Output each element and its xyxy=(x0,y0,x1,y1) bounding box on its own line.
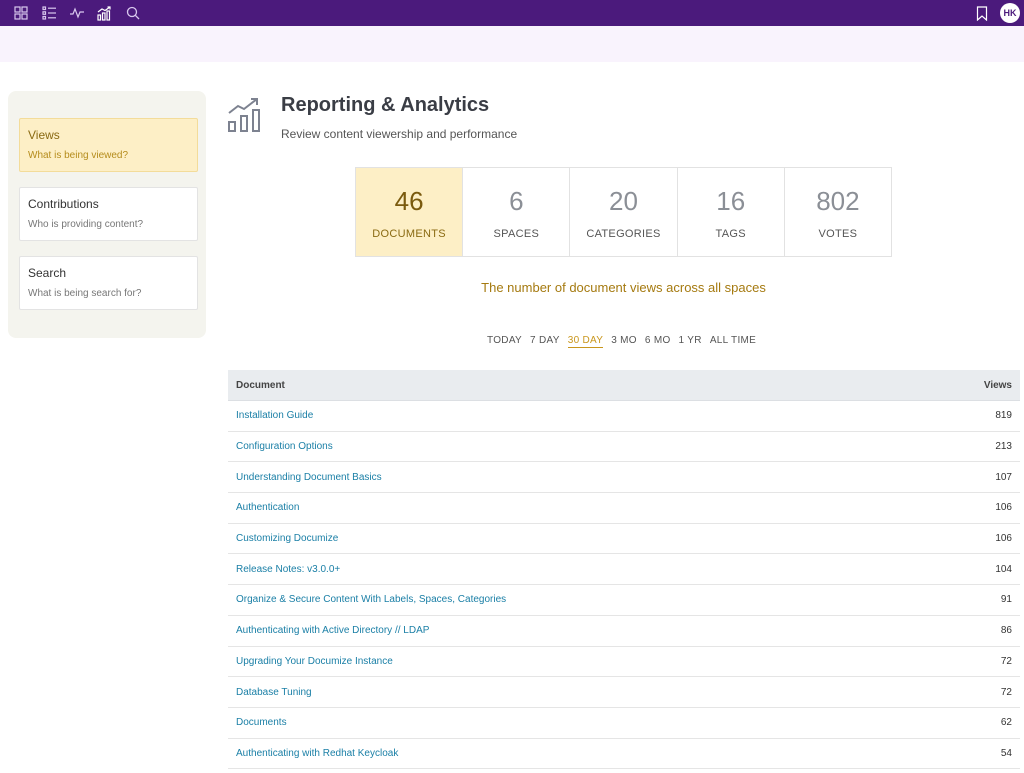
period-3-mo[interactable]: 3 MO xyxy=(611,335,637,348)
stat-spaces[interactable]: 6 SPACES xyxy=(463,168,571,256)
column-header-document: Document xyxy=(236,379,285,391)
view-count: 104 xyxy=(995,563,1012,575)
stat-value: 802 xyxy=(816,186,860,216)
document-link[interactable]: Customizing Documize xyxy=(236,533,338,544)
view-count: 91 xyxy=(1000,594,1012,606)
stats-bar: 46 DOCUMENTS 6 SPACES 20 CATEGORIES 16 T… xyxy=(355,167,892,257)
sidebar-item-views[interactable]: Views What is being viewed? xyxy=(19,118,198,172)
sidebar-item-contributions[interactable]: Contributions Who is providing content? xyxy=(19,187,198,241)
analytics-icon[interactable] xyxy=(91,0,119,26)
period-6-mo[interactable]: 6 MO xyxy=(645,335,671,348)
document-link[interactable]: Configuration Options xyxy=(236,441,333,452)
document-link[interactable]: Documents xyxy=(236,717,287,728)
search-icon[interactable] xyxy=(119,0,147,26)
document-link[interactable]: Authenticating with Redhat Keycloak xyxy=(236,748,398,759)
views-table: Document Views Installation Guide 819 Conf… xyxy=(228,370,1020,770)
view-count: 54 xyxy=(1000,747,1012,759)
nav-icons xyxy=(7,0,147,26)
table-row: Customizing Documize 106 xyxy=(228,524,1020,555)
table-row: Release Notes: v3.0.0+ 104 xyxy=(228,554,1020,586)
stat-label: DOCUMENTS xyxy=(372,228,446,240)
sidebar-item-title: Contributions xyxy=(28,197,99,211)
sidebar: Views What is being viewed? Contribution… xyxy=(8,91,206,338)
table-row: Authentication 106 xyxy=(228,493,1020,524)
page-title: Reporting & Analytics xyxy=(281,94,490,116)
stat-description: The number of document views across all … xyxy=(481,280,766,295)
stat-value: 20 xyxy=(609,186,638,216)
sidebar-item-subtitle: What is being viewed? xyxy=(28,150,129,161)
sidebar-item-subtitle: What is being search for? xyxy=(28,288,142,299)
document-link[interactable]: Organize & Secure Content With Labels, S… xyxy=(236,594,506,605)
sub-header-bar xyxy=(0,26,1024,62)
view-count: 106 xyxy=(995,533,1012,545)
period-1-yr[interactable]: 1 YR xyxy=(679,335,702,348)
document-link[interactable]: Upgrading Your Documize Instance xyxy=(236,656,393,667)
table-row: Configuration Options 213 xyxy=(228,432,1020,463)
view-count: 106 xyxy=(995,502,1012,514)
table-row: Understanding Document Basics 107 xyxy=(228,462,1020,494)
stat-value: 16 xyxy=(716,186,746,216)
view-count: 107 xyxy=(995,471,1012,483)
table-row: Upgrading Your Documize Instance 72 xyxy=(228,647,1020,678)
view-count: 62 xyxy=(1000,717,1012,729)
sidebar-item-search[interactable]: Search What is being search for? xyxy=(19,256,198,310)
topbar-right: HK xyxy=(976,3,1024,23)
stat-label: SPACES xyxy=(493,228,540,240)
period-tabs: TODAY 7 DAY 30 DAY 3 MO 6 MO 1 YR ALL TI… xyxy=(487,335,764,348)
top-navbar: HK xyxy=(0,0,1024,26)
stat-label: CATEGORIES xyxy=(586,228,661,240)
stat-label: VOTES xyxy=(818,228,858,240)
table-header: Document Views xyxy=(228,370,1020,401)
table-body: Installation Guide 819 Configuration Optio… xyxy=(228,401,1020,770)
table-row: Installation Guide 819 xyxy=(228,401,1020,432)
view-count: 86 xyxy=(1000,625,1012,637)
stat-value: 46 xyxy=(394,186,424,216)
document-link[interactable]: Release Notes: v3.0.0+ xyxy=(236,564,340,575)
stat-label: TAGS xyxy=(715,228,746,240)
activity-icon[interactable] xyxy=(63,0,91,26)
user-avatar[interactable]: HK xyxy=(1000,3,1020,23)
document-link[interactable]: Installation Guide xyxy=(236,410,313,421)
bookmark-icon[interactable] xyxy=(976,5,988,21)
table-row: Documents 62 xyxy=(228,708,1020,739)
page-subtitle: Review content viewership and performanc… xyxy=(281,127,518,141)
period-7-day[interactable]: 7 DAY xyxy=(530,335,560,348)
stat-value: 6 xyxy=(509,186,524,216)
sidebar-item-title: Views xyxy=(28,128,60,142)
period-today[interactable]: TODAY xyxy=(487,335,522,348)
stat-categories[interactable]: 20 CATEGORIES xyxy=(570,168,678,256)
sidebar-item-subtitle: Who is providing content? xyxy=(28,219,144,230)
document-link[interactable]: Authenticating with Active Directory // … xyxy=(236,625,429,636)
stat-documents[interactable]: 46 DOCUMENTS xyxy=(356,168,464,256)
column-header-views: Views xyxy=(983,379,1012,391)
table-row: Database Tuning 72 xyxy=(228,677,1020,708)
document-link[interactable]: Authentication xyxy=(236,502,299,513)
table-row: Organize & Secure Content With Labels, S… xyxy=(228,585,1020,616)
sidebar-item-title: Search xyxy=(28,266,67,280)
view-count: 819 xyxy=(995,410,1012,422)
document-link[interactable]: Database Tuning xyxy=(236,687,312,698)
view-count: 72 xyxy=(1000,686,1012,698)
analytics-icon xyxy=(227,96,265,139)
period-all-time[interactable]: ALL TIME xyxy=(710,335,756,348)
stat-votes[interactable]: 802 VOTES xyxy=(785,168,891,256)
table-row: Authenticating with Active Directory // … xyxy=(228,616,1020,647)
document-link[interactable]: Understanding Document Basics xyxy=(236,472,382,483)
table-row: Authenticating with Redhat Keycloak 54 xyxy=(228,739,1020,770)
view-count: 213 xyxy=(995,441,1012,453)
stat-tags[interactable]: 16 TAGS xyxy=(678,168,785,256)
grid-icon[interactable] xyxy=(7,0,35,26)
period-30-day[interactable]: 30 DAY xyxy=(567,335,604,348)
view-count: 72 xyxy=(1000,655,1012,667)
list-icon[interactable] xyxy=(35,0,63,26)
